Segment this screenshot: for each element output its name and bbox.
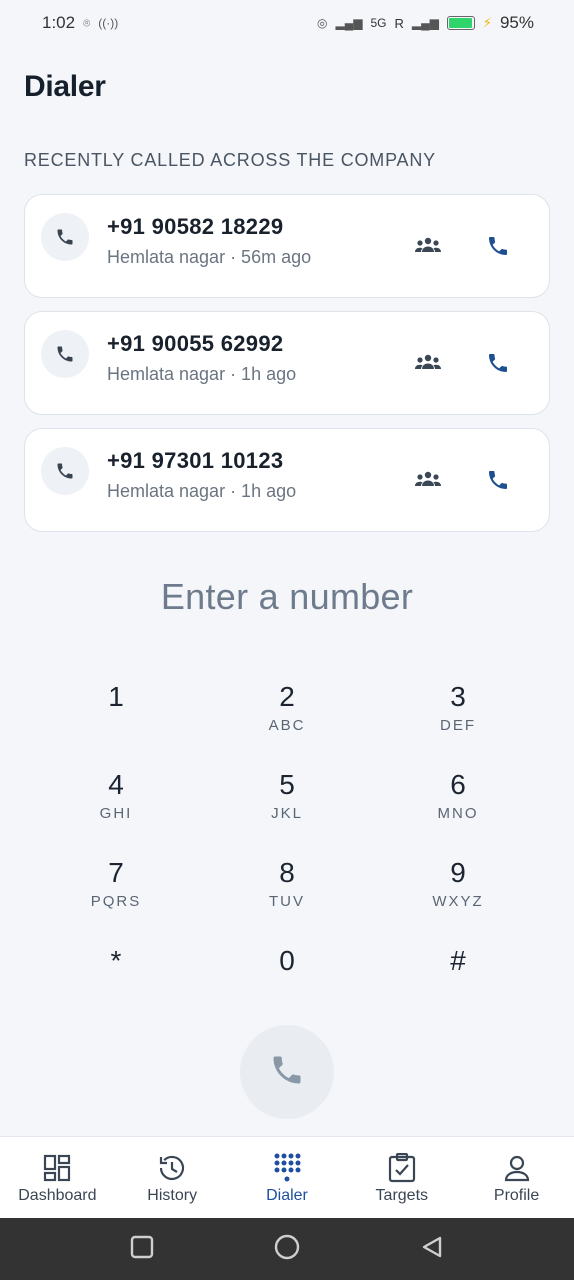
nav-label: History: [147, 1187, 198, 1204]
call-meta: Hemlata nagar · 56m ago: [107, 247, 312, 267]
status-time: 1:02: [42, 13, 76, 32]
hotspot-icon: ◎: [317, 16, 328, 30]
call-number: +91 90055 62992: [107, 331, 284, 356]
recent-calls-list: +91 90582 18229 Hemlata nagar · 56m ago …: [24, 194, 550, 545]
call-meta: Hemlata nagar · 1h ago: [107, 364, 297, 384]
team-icon[interactable]: [413, 350, 443, 374]
dialpad-icon: [272, 1153, 302, 1183]
phone-icon: [269, 1052, 305, 1093]
call-number: +91 90582 18229: [107, 214, 284, 239]
battery-icon: [446, 16, 475, 30]
key-8[interactable]: 8 TUV: [227, 844, 347, 924]
user-icon: [502, 1153, 532, 1183]
nav-label: Dialer: [266, 1187, 308, 1204]
charging-icon: ⚡: [482, 15, 492, 30]
nav-label: Profile: [493, 1187, 540, 1204]
call-number: +91 97301 10123: [107, 448, 284, 473]
clipboard-check-icon: [387, 1153, 417, 1183]
location-icon: ⌾: [83, 15, 91, 30]
recents-square-icon[interactable]: [130, 1235, 154, 1264]
phone-icon: [41, 330, 89, 378]
team-icon[interactable]: [413, 467, 443, 491]
history-icon: [157, 1153, 187, 1183]
call-button[interactable]: [483, 348, 513, 378]
key-4[interactable]: 4 GHI: [56, 756, 176, 836]
home-circle-icon[interactable]: [273, 1233, 301, 1266]
phone-icon: [41, 447, 89, 495]
bottom-nav: Dashboard History Dialer Targets Profile: [0, 1136, 574, 1218]
key-star[interactable]: *: [56, 932, 176, 1012]
nav-label: Targets: [375, 1187, 429, 1204]
recent-call-card[interactable]: +91 90055 62992 Hemlata nagar · 1h ago: [24, 311, 550, 415]
call-button[interactable]: [483, 465, 513, 495]
nav-targets[interactable]: Targets: [344, 1137, 459, 1218]
dial-call-button[interactable]: [240, 1025, 334, 1119]
call-button[interactable]: [483, 231, 513, 261]
status-bar: 1:02 ⌾ ((·)) ◎ ▂▄▆ 5G R ▂▄▆ ⚡ 95%: [0, 0, 574, 46]
call-meta: Hemlata nagar · 1h ago: [107, 481, 297, 501]
key-0[interactable]: 0: [227, 932, 347, 1012]
network-type: 5G: [370, 16, 387, 30]
recent-call-card[interactable]: +91 97301 10123 Hemlata nagar · 1h ago: [24, 428, 550, 532]
key-7[interactable]: 7 PQRS: [56, 844, 176, 924]
nav-dialer[interactable]: Dialer: [230, 1137, 345, 1218]
key-hash[interactable]: #: [398, 932, 518, 1012]
number-input[interactable]: Enter a number: [0, 576, 574, 618]
wifi-calling-icon: ((·)): [98, 16, 119, 30]
signal-icon-2: ▂▄▆: [411, 16, 439, 30]
nav-history[interactable]: History: [115, 1137, 230, 1218]
key-9[interactable]: 9 WXYZ: [398, 844, 518, 924]
recent-call-card[interactable]: +91 90582 18229 Hemlata nagar · 56m ago: [24, 194, 550, 298]
dashboard-icon: [42, 1153, 72, 1183]
key-2[interactable]: 2 ABC: [227, 668, 347, 748]
page-title: Dialer: [24, 70, 106, 103]
section-label: RECENTLY CALLED ACROSS THE COMPANY: [24, 150, 436, 170]
team-icon[interactable]: [413, 233, 443, 257]
key-6[interactable]: 6 MNO: [398, 756, 518, 836]
battery-percent: 95%: [499, 13, 534, 32]
nav-label: Dashboard: [18, 1187, 97, 1204]
key-5[interactable]: 5 JKL: [227, 756, 347, 836]
roaming-indicator: R: [394, 15, 404, 31]
nav-dashboard[interactable]: Dashboard: [0, 1137, 115, 1218]
system-navigation-bar: [0, 1218, 574, 1280]
key-3[interactable]: 3 DEF: [398, 668, 518, 748]
signal-icon: ▂▄▆: [335, 16, 363, 30]
nav-profile[interactable]: Profile: [459, 1137, 574, 1218]
key-1[interactable]: 1: [56, 668, 176, 748]
back-triangle-icon[interactable]: [420, 1235, 444, 1264]
phone-icon: [41, 213, 89, 261]
